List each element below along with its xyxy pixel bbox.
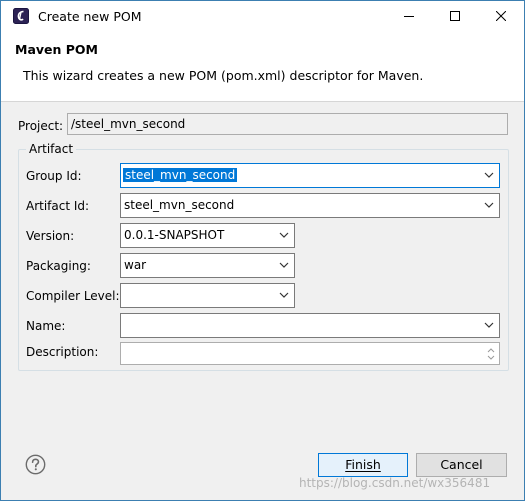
compiler-level-combo[interactable] [120,283,295,308]
packaging-combo[interactable]: war [120,253,295,278]
project-field[interactable]: /steel_mvn_second [67,113,508,135]
chevron-down-icon[interactable] [279,262,289,269]
chevron-down-icon[interactable] [279,232,289,239]
eclipse-app-icon [13,8,29,24]
compiler-level-label: Compiler Level: [26,289,120,303]
chevron-down-icon[interactable] [279,292,289,299]
cancel-button-label: Cancel [440,457,483,472]
version-value: 0.0.1-SNAPSHOT [124,228,225,242]
chevron-down-icon[interactable] [484,202,494,209]
help-icon[interactable] [25,454,46,475]
artifact-id-combo[interactable]: steel_mvn_second [120,193,500,218]
packaging-label: Packaging: [26,259,91,273]
group-id-label: Group Id: [26,169,82,183]
title-bar[interactable]: Create new POM [1,1,524,31]
artifact-group-label: Artifact [26,142,77,156]
maximize-button[interactable] [432,1,478,31]
footer-separator [1,441,524,442]
minimize-button[interactable] [386,1,432,31]
artifact-id-label: Artifact Id: [26,199,90,213]
close-icon [496,11,506,21]
version-combo[interactable]: 0.0.1-SNAPSHOT [120,223,295,248]
watermark-text: https://blog.csdn.net/wx356481 [299,476,491,490]
version-label: Version: [26,229,75,243]
maximize-icon [450,11,460,21]
minimize-icon [404,16,414,17]
artifact-id-value: steel_mvn_second [124,198,235,212]
dialog-window: Create new POM Maven POM This wizard cre… [0,0,525,501]
finish-button-label: Finish [345,457,381,472]
project-label: Project: [18,119,64,133]
wizard-page-title: Maven POM [15,42,98,57]
finish-button[interactable]: Finish [318,453,408,477]
name-label: Name: [26,319,66,333]
project-value: /steel_mvn_second [71,117,186,131]
name-combo[interactable] [120,313,500,338]
spinner-arrows-icon[interactable] [485,345,497,363]
chevron-down-icon[interactable] [484,322,494,329]
wizard-page-description: This wizard creates a new POM (pom.xml) … [23,68,424,83]
group-id-combo[interactable]: steel_mvn_second [120,163,500,188]
chevron-down-icon[interactable] [484,172,494,179]
close-button[interactable] [478,1,524,31]
description-textarea[interactable] [120,342,500,365]
cancel-button[interactable]: Cancel [416,453,507,477]
wizard-banner: Maven POM This wizard creates a new POM … [1,31,524,102]
window-title: Create new POM [38,9,142,24]
packaging-value: war [124,258,147,272]
group-id-value: steel_mvn_second [123,168,238,182]
description-label: Description: [26,345,99,359]
